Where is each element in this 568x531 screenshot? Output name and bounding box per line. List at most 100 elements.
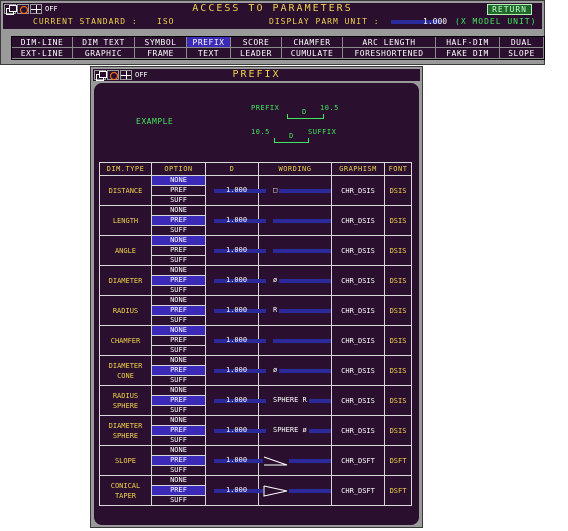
d-value[interactable]: 1.000 [226,186,247,194]
wording-field[interactable]: ø [259,266,331,295]
font-value[interactable]: DSIS [384,175,412,206]
d-slider[interactable]: 1.000 [206,266,266,295]
d-value[interactable]: 1.000 [226,246,247,254]
menu-score[interactable]: SCORE [231,37,282,48]
menu-frame[interactable]: FRAME [135,48,187,59]
font-value[interactable]: DSIS [384,265,412,296]
menu-ext-line[interactable]: EXT-LINE [12,48,73,59]
d-value[interactable]: 1.000 [226,216,247,224]
graphism-value[interactable]: CHR_DSIS [331,325,385,356]
option-none[interactable]: NONE [151,325,206,336]
option-suff[interactable]: SUFF [151,495,206,506]
d-slider[interactable]: 1.000 [206,296,266,325]
menu-chamfer[interactable]: CHAMFER [282,37,343,48]
wording-text[interactable]: □ [273,186,280,194]
wording-track[interactable] [273,279,331,283]
font-value[interactable]: DSIS [384,235,412,266]
menu-cumulate[interactable]: CUMULATE [282,48,343,59]
font-value[interactable]: DSIS [384,385,412,416]
option-suff[interactable]: SUFF [151,195,206,206]
graphism-value[interactable]: CHR_DSIS [331,415,385,446]
graphism-value[interactable]: CHR_DSIS [331,295,385,326]
graphism-value[interactable]: CHR_DSFT [331,475,385,506]
d-slider[interactable]: 1.000 [206,476,266,505]
d-value[interactable]: 1.000 [226,276,247,284]
d-slider[interactable]: 1.000 [206,356,266,385]
option-pref[interactable]: PREF [151,275,206,286]
wording-track[interactable] [273,249,331,253]
wording-text[interactable]: SPHERE ø [273,426,309,434]
menu-dim-line[interactable]: DIM-LINE [12,37,73,48]
wording-field[interactable] [259,326,331,355]
wording-field[interactable]: ø [259,356,331,385]
font-value[interactable]: DSIS [384,415,412,446]
menu-leader[interactable]: LEADER [231,48,282,59]
d-slider[interactable]: 1.000 [206,236,266,265]
wording-text[interactable]: R [273,306,280,314]
option-pref[interactable]: PREF [151,185,206,196]
option-pref[interactable]: PREF [151,365,206,376]
wording-track[interactable] [273,339,331,343]
option-suff[interactable]: SUFF [151,225,206,236]
wording-field[interactable] [259,236,331,265]
graphism-value[interactable]: CHR_DSFT [331,445,385,476]
option-pref[interactable]: PREF [151,335,206,346]
graphism-value[interactable]: CHR_DSIS [331,355,385,386]
menu-text[interactable]: TEXT [187,48,231,59]
font-value[interactable]: DSIS [384,325,412,356]
menu-arc-length[interactable]: ARC LENGTH [343,37,436,48]
menu-foreshortened[interactable]: FORESHORTENED [343,48,436,59]
d-slider[interactable]: 1.000 [206,446,266,475]
d-value[interactable]: 1.000 [226,396,247,404]
option-pref[interactable]: PREF [151,305,206,316]
option-none[interactable]: NONE [151,445,206,456]
option-suff[interactable]: SUFF [151,435,206,446]
option-none[interactable]: NONE [151,355,206,366]
menu-graphic[interactable]: GRAPHIC [73,48,135,59]
option-pref[interactable]: PREF [151,425,206,436]
option-pref[interactable]: PREF [151,485,206,496]
d-value[interactable]: 1.000 [226,306,247,314]
option-pref[interactable]: PREF [151,455,206,466]
option-suff[interactable]: SUFF [151,255,206,266]
option-suff[interactable]: SUFF [151,315,206,326]
menu-dim-text[interactable]: DIM TEXT [73,37,135,48]
unit-value[interactable]: 1.000 [423,17,447,26]
graphism-value[interactable]: CHR_DSIS [331,385,385,416]
font-value[interactable]: DSIS [384,355,412,386]
wording-field[interactable]: R [259,296,331,325]
d-value[interactable]: 1.000 [226,336,247,344]
d-value[interactable]: 1.000 [226,366,247,374]
option-none[interactable]: NONE [151,415,206,426]
wording-field[interactable] [259,446,331,475]
menu-fake-dim[interactable]: FAKE DIM [436,48,500,59]
d-slider[interactable]: 1.000 [206,416,266,445]
wording-field[interactable]: □ [259,176,331,205]
option-none[interactable]: NONE [151,475,206,486]
font-value[interactable]: DSFT [384,445,412,476]
d-value[interactable]: 1.000 [226,486,247,494]
option-none[interactable]: NONE [151,295,206,306]
wording-text[interactable]: ø [273,276,280,284]
option-suff[interactable]: SUFF [151,375,206,386]
option-none[interactable]: NONE [151,205,206,216]
option-none[interactable]: NONE [151,385,206,396]
d-value[interactable]: 1.000 [226,426,247,434]
wording-track[interactable] [273,219,331,223]
option-pref[interactable]: PREF [151,215,206,226]
option-pref[interactable]: PREF [151,245,206,256]
return-button[interactable]: RETURN [487,4,532,15]
d-slider[interactable]: 1.000 [206,176,266,205]
menu-half-dim[interactable]: HALF-DIM [436,37,500,48]
wording-text[interactable]: ø [273,366,280,374]
graphism-value[interactable]: CHR_DSIS [331,205,385,236]
option-suff[interactable]: SUFF [151,405,206,416]
option-suff[interactable]: SUFF [151,345,206,356]
wording-track[interactable] [273,369,331,373]
option-none[interactable]: NONE [151,175,206,186]
font-value[interactable]: DSIS [384,295,412,326]
d-slider[interactable]: 1.000 [206,386,266,415]
font-value[interactable]: DSFT [384,475,412,506]
d-value[interactable]: 1.000 [226,456,247,464]
graphism-value[interactable]: CHR_DSIS [331,235,385,266]
